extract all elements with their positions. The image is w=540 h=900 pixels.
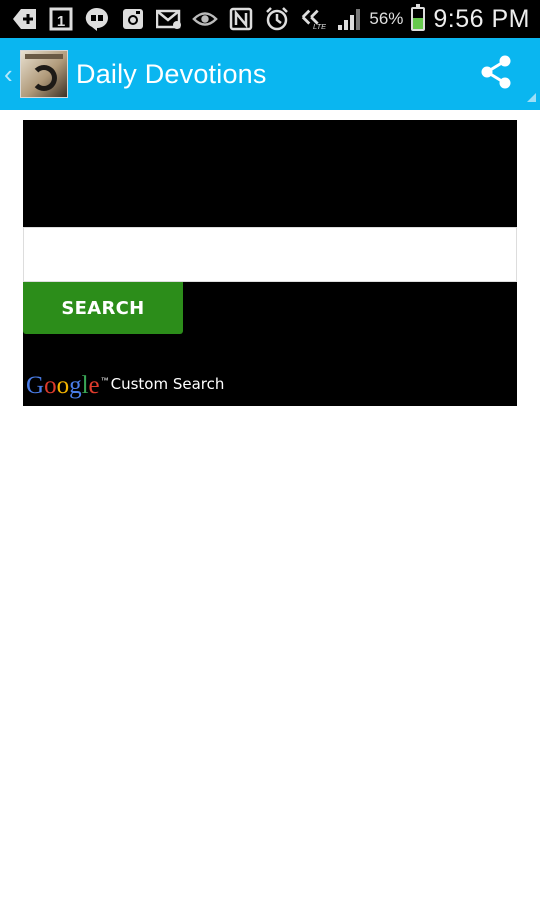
eye-icon <box>192 6 218 32</box>
cell-signal-icon <box>336 6 362 32</box>
svg-text:LTE: LTE <box>313 22 326 31</box>
share-icon <box>479 54 513 95</box>
custom-search-label: Custom Search <box>110 375 225 393</box>
trademark-symbol: ™ <box>100 376 109 385</box>
svg-text:1: 1 <box>57 13 65 30</box>
share-button[interactable] <box>476 54 516 94</box>
google-logo: Google <box>26 372 100 399</box>
battery-icon <box>411 4 426 31</box>
app-logo[interactable] <box>20 50 68 98</box>
alarm-icon <box>264 6 290 32</box>
search-button[interactable]: SEARCH <box>23 282 183 334</box>
overflow-indicator-icon <box>527 93 536 102</box>
battery-percent: 56% <box>369 9 404 28</box>
email-icon <box>156 6 182 32</box>
calendar-1-icon: 1 <box>48 6 74 32</box>
custom-search-widget: SEARCH Google ™ Custom Search <box>23 120 517 406</box>
back-caret-icon[interactable]: ‹ <box>4 59 16 90</box>
action-bar: ‹ Daily Devotions <box>0 38 540 110</box>
instagram-icon <box>120 6 146 32</box>
app-title: Daily Devotions <box>76 58 267 89</box>
status-clock: 9:56 PM <box>433 4 530 33</box>
lte-signal-icon: LTE <box>300 6 326 32</box>
hangouts-icon <box>84 6 110 32</box>
status-bar: 1 LTE 56% 9:56 PM <box>0 0 540 38</box>
search-input[interactable] <box>23 227 517 282</box>
nfc-icon <box>228 6 254 32</box>
add-notification-icon <box>12 6 38 32</box>
google-custom-search-branding: Google ™ Custom Search <box>26 372 224 400</box>
